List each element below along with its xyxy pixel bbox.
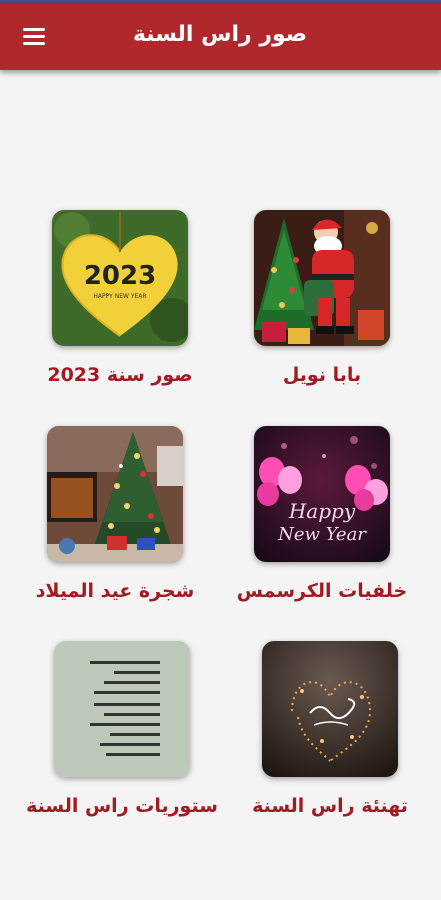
category-label: خلفيات الكرسمس bbox=[236, 580, 408, 602]
category-card-2023[interactable]: 2023 HAPPY NEW YEAR صور سنة 2023 bbox=[20, 210, 220, 420]
category-label: شجرة عيد الميلاد bbox=[35, 580, 195, 602]
category-label: تهنئة راس السنة bbox=[252, 795, 408, 817]
santa-claus-image bbox=[254, 210, 390, 346]
category-label: بابا نويل bbox=[282, 364, 362, 386]
category-card-christmas-wallpapers[interactable]: Happy New Year خلفيات الكرسمس bbox=[222, 426, 422, 636]
calligraphy-lights-image bbox=[262, 641, 398, 777]
category-label: ستوريات راس السنة bbox=[26, 795, 218, 817]
category-label: صور سنة 2023 bbox=[47, 364, 193, 386]
stories-text-card-image bbox=[54, 641, 190, 777]
hamburger-menu-icon[interactable] bbox=[18, 24, 52, 52]
heart-subtext: HAPPY NEW YEAR bbox=[93, 293, 146, 300]
category-grid: بابا نويل 2023 HAPPY NEW YEAR صور سنة 20… bbox=[0, 70, 441, 900]
page-title: صور راس السنة bbox=[132, 22, 308, 47]
heart-year-text: 2023 bbox=[84, 261, 156, 291]
happy-new-year-balloons-image: Happy New Year bbox=[254, 426, 390, 562]
christmas-tree-image bbox=[47, 426, 183, 562]
balloons-text-new-year: New Year bbox=[277, 524, 367, 545]
category-card-new-year-stories[interactable]: ستوريات راس السنة bbox=[22, 641, 222, 851]
app-bar: صور راس السنة bbox=[0, 4, 441, 70]
balloons-text-happy: Happy bbox=[288, 499, 356, 523]
golden-heart-leaf-image: 2023 HAPPY NEW YEAR bbox=[52, 210, 188, 346]
category-card-christmas-tree[interactable]: شجرة عيد الميلاد bbox=[15, 426, 215, 636]
category-card-new-year-greeting[interactable]: تهنئة راس السنة bbox=[230, 641, 430, 851]
category-card-santa[interactable]: بابا نويل bbox=[222, 210, 422, 420]
